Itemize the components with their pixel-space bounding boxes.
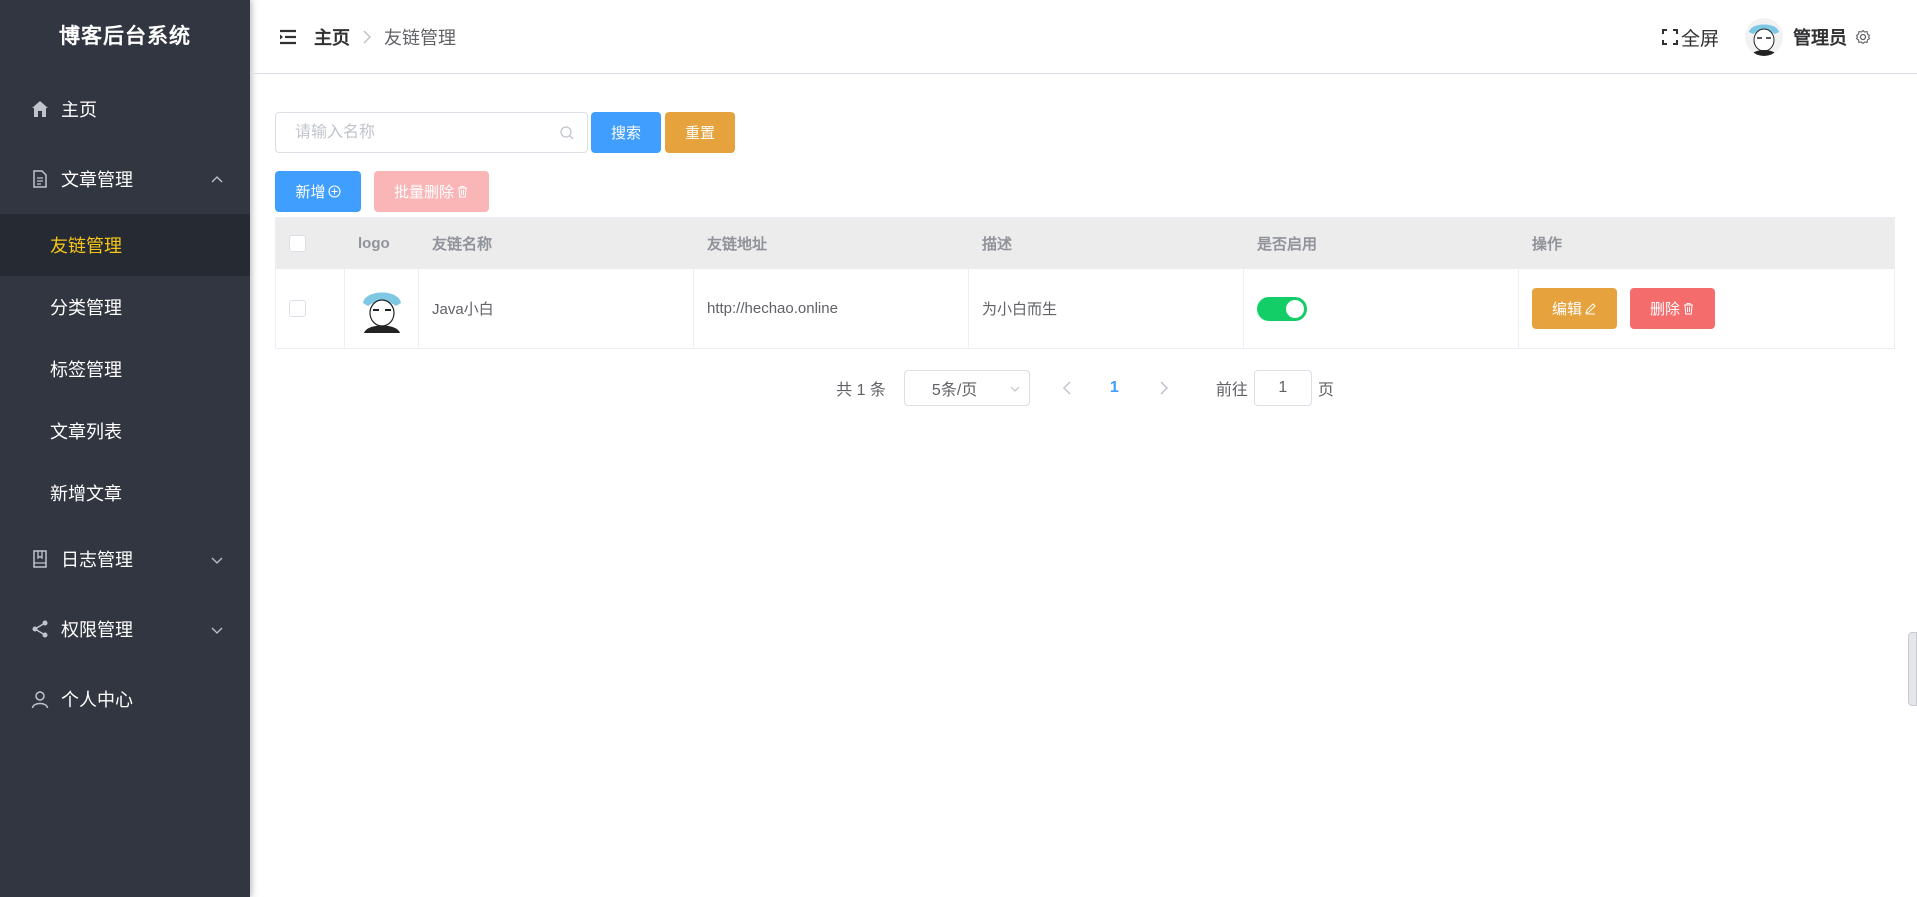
trash-icon: [456, 185, 469, 198]
link-desc-cell: 为小白而生: [969, 269, 1244, 348]
page-number[interactable]: 1: [1110, 379, 1119, 397]
search-input[interactable]: [276, 113, 587, 152]
trash-icon: [1682, 302, 1695, 315]
next-page-icon[interactable]: [1159, 381, 1169, 395]
actions-cell: 编辑 删除: [1519, 269, 1894, 348]
sidebar-subitem-tags[interactable]: 标签管理: [0, 338, 250, 400]
sidebar-item-articles[interactable]: 文章管理: [0, 144, 250, 214]
sidebar-item-home[interactable]: 主页: [0, 74, 250, 144]
reset-button[interactable]: 重置: [665, 112, 735, 153]
action-bar: 新增 批量删除: [275, 171, 489, 212]
breadcrumb-current: 友链管理: [384, 27, 456, 48]
fullscreen-label: 全屏: [1680, 28, 1719, 50]
sidebar-subitem-categories[interactable]: 分类管理: [0, 276, 250, 338]
select-all-checkbox[interactable]: [289, 235, 306, 252]
delete-button[interactable]: 删除: [1630, 288, 1715, 329]
goto-prefix: 前往: [1215, 382, 1248, 399]
chevron-down-icon: [210, 621, 224, 642]
link-url-cell: http://hechao.online: [694, 269, 969, 348]
sidebar-item-label: 文章管理: [61, 170, 133, 190]
search-button[interactable]: 搜索: [591, 112, 661, 153]
fullscreen-button[interactable]: 全屏: [1661, 24, 1719, 51]
enabled-toggle[interactable]: [1257, 296, 1307, 321]
edit-button-label: 编辑: [1551, 301, 1582, 318]
edit-button[interactable]: 编辑: [1532, 288, 1617, 329]
chevron-down-icon: [210, 551, 224, 572]
sidebar-item-label: 主页: [61, 100, 97, 120]
enabled-cell: [1244, 269, 1519, 348]
gear-icon[interactable]: [1855, 29, 1871, 45]
row-checkbox[interactable]: [289, 300, 306, 317]
chevron-down-icon: [1009, 383, 1021, 395]
column-header: 操作: [1532, 236, 1563, 253]
share-icon: [29, 618, 51, 640]
sidebar-item-profile[interactable]: 个人中心: [0, 664, 250, 734]
batch-delete-button[interactable]: 批量删除: [374, 171, 489, 212]
column-header: 友链地址: [707, 236, 768, 253]
sidebar-item-logs[interactable]: 日志管理: [0, 524, 250, 594]
book-icon: [29, 548, 51, 570]
batch-delete-label: 批量删除: [393, 184, 454, 201]
pencil-icon: [1584, 302, 1597, 315]
chevron-right-icon: [362, 29, 372, 44]
links-table: logo 友链名称 友链地址 描述 是否启用 操作 Java小白 http://…: [275, 217, 1895, 349]
sidebar: 博客后台系统 主页 文章管理 友链管理 分类管理 标签管理 文章列表 新增文章 …: [0, 0, 250, 897]
pagination-total: 共 1 条: [836, 382, 886, 399]
sidebar-item-permissions[interactable]: 权限管理: [0, 594, 250, 664]
sidebar-subitem-links[interactable]: 友链管理: [0, 214, 250, 276]
table-row: Java小白 http://hechao.online 为小白而生 编辑 删除: [276, 269, 1894, 348]
user-icon: [29, 688, 51, 710]
page-size-value: 5条/页: [931, 382, 978, 399]
add-button[interactable]: 新增: [275, 171, 361, 212]
add-button-label: 新增: [295, 184, 326, 201]
pagination: 共 1 条 5条/页 1 前往 1 页: [275, 370, 1895, 406]
row-checkbox-cell: [276, 269, 345, 348]
column-header: 描述: [982, 236, 1013, 253]
column-header: 是否启用: [1257, 236, 1318, 253]
fullscreen-icon: [1661, 28, 1679, 46]
page-size-select[interactable]: 5条/页: [903, 370, 1030, 406]
prev-page-icon[interactable]: [1062, 381, 1072, 395]
sidebar-item-label: 个人中心: [61, 690, 133, 710]
header-right: 全屏 管理员: [1661, 0, 1871, 74]
table-header: logo 友链名称 友链地址 描述 是否启用 操作: [276, 218, 1894, 269]
goto-suffix: 页: [1317, 382, 1334, 399]
sidebar-item-label: 日志管理: [61, 550, 133, 570]
breadcrumb-home[interactable]: 主页: [314, 24, 350, 50]
logo-cell: [345, 269, 419, 348]
sidebar-item-label: 权限管理: [61, 620, 133, 640]
app-title: 博客后台系统: [59, 25, 191, 48]
column-header: logo: [358, 235, 390, 252]
username[interactable]: 管理员: [1793, 24, 1847, 50]
avatar[interactable]: [1745, 18, 1783, 56]
plus-circle-icon: [327, 185, 341, 198]
goto-page-input[interactable]: 1: [1253, 370, 1312, 406]
menu-toggle-icon[interactable]: [278, 28, 298, 46]
chevron-up-icon: [210, 171, 224, 192]
sidebar-subitem-article-list[interactable]: 文章列表: [0, 400, 250, 462]
document-icon: [29, 168, 51, 190]
app-root: 博客后台系统 主页 文章管理 友链管理 分类管理 标签管理 文章列表 新增文章 …: [0, 0, 1917, 897]
column-header: 友链名称: [432, 236, 493, 253]
link-logo-image: [358, 284, 406, 333]
side-drawer-handle[interactable]: [1908, 632, 1917, 706]
home-icon: [29, 98, 51, 120]
search-input-wrapper: [275, 112, 588, 153]
search-icon: [559, 125, 575, 146]
delete-button-label: 删除: [1649, 301, 1680, 318]
search-bar: 搜索 重置: [275, 112, 735, 153]
header-checkbox-cell: [276, 218, 345, 269]
top-header: 主页 友链管理 全屏 管理员: [250, 0, 1917, 74]
link-name-cell: Java小白: [419, 269, 694, 348]
sidebar-subitem-new-article[interactable]: 新增文章: [0, 462, 250, 524]
